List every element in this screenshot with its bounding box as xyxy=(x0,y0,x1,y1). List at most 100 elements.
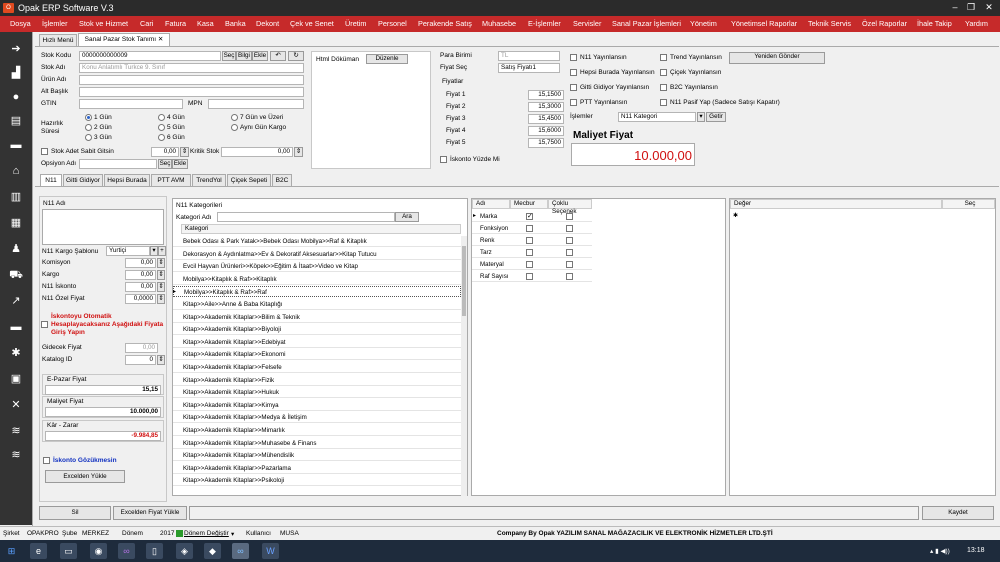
stack-icon[interactable]: ≋ xyxy=(9,448,23,462)
home-icon[interactable]: ⌂ xyxy=(9,164,23,178)
factory-icon[interactable]: ▟ xyxy=(9,66,23,80)
market-tab-3[interactable]: Hepsi Burada xyxy=(104,174,150,186)
category-row[interactable]: Kitap>>Akademik Kitaplar>>Fizik xyxy=(173,375,461,386)
opak-taskbar-icon[interactable]: ∞ xyxy=(232,543,249,559)
login-icon[interactable]: ➔ xyxy=(9,42,23,56)
katalog-input[interactable]: 0 xyxy=(125,355,156,365)
category-row[interactable]: Kitap>>Akademik Kitaplar>>Mühendislik xyxy=(173,450,461,462)
close-icon[interactable]: ✕ xyxy=(982,2,996,13)
stok-adi-input[interactable]: Konu Anlatımlı Turkce 9. Sınıf xyxy=(79,63,304,73)
iskonto-otomatik-checkbox[interactable] xyxy=(41,321,48,328)
islemler-select[interactable]: N11 Kategori xyxy=(618,112,696,122)
layers-icon[interactable]: ≋ xyxy=(9,424,23,438)
islemler-dropdown-icon[interactable]: ▾ xyxy=(697,112,705,122)
attr-mecbur-checkbox-4[interactable] xyxy=(526,249,533,256)
opsiyon-ekle-button[interactable]: Ekle xyxy=(172,159,188,169)
n11-adi-input[interactable] xyxy=(42,209,164,245)
n11-field-input-2[interactable]: 0,00 xyxy=(125,270,156,280)
fiyat-sec-select[interactable]: Satış Fiyatı1 xyxy=(498,63,560,73)
attr-coklu-checkbox-5[interactable] xyxy=(566,261,573,268)
n11-pasif-checkbox[interactable] xyxy=(660,99,667,106)
n11-checkbox[interactable] xyxy=(570,54,577,61)
category-row[interactable]: ▸ Mobilya>>Kitaplık & Raf>>Raf xyxy=(173,286,461,298)
attr-coklu-checkbox-2[interactable] xyxy=(566,225,573,232)
kargo-select[interactable]: Yurtiçi xyxy=(106,246,150,256)
opsiyon-sec-button[interactable]: Seç xyxy=(158,159,172,169)
category-row[interactable]: Kitap>>Akademik Kitaplar>>Medya & İletiş… xyxy=(173,412,461,424)
iskonto-yuzde-checkbox[interactable] xyxy=(440,156,447,163)
n11-field-spin-1[interactable]: ⇕ xyxy=(157,258,165,268)
opsiyon-input[interactable] xyxy=(79,159,157,169)
menu-item-7[interactable]: Banka xyxy=(225,19,246,28)
attr-mecbur-checkbox-3[interactable] xyxy=(526,237,533,244)
radio-7-gun[interactable] xyxy=(231,114,238,121)
price-input-5[interactable]: 15,7500 xyxy=(528,138,564,148)
price-input-1[interactable]: 15,1500 xyxy=(528,90,564,100)
category-scrollbar[interactable] xyxy=(461,236,467,496)
excelden-yukle-button[interactable]: Excelden Yükle xyxy=(45,470,125,483)
menu-item-22[interactable]: Yardım xyxy=(965,19,988,28)
market-tab-7[interactable]: B2C xyxy=(272,174,292,186)
radio-2-gun[interactable] xyxy=(85,124,92,131)
n11-field-input-1[interactable]: 0,00 xyxy=(125,258,156,268)
building-icon[interactable]: ▥ xyxy=(9,190,23,204)
menu-item-10[interactable]: Üretim xyxy=(345,19,367,28)
stok-kodu-input[interactable]: 0000000000009 xyxy=(79,51,221,61)
copy-icon[interactable]: ▣ xyxy=(9,372,23,386)
refresh-icon[interactable]: ↻ xyxy=(288,51,304,61)
menu-item-17[interactable]: Yönetim xyxy=(690,19,717,28)
category-row[interactable]: Kitap>>Aile>>Anne & Baba Kitaplığı xyxy=(173,299,461,310)
radio-3-gun[interactable] xyxy=(85,134,92,141)
n11-field-spin-4[interactable]: ⇕ xyxy=(157,294,165,304)
sil-button[interactable]: Sil xyxy=(39,506,111,520)
category-row[interactable]: Kitap>>Akademik Kitaplar>>Ekonomi xyxy=(173,349,461,361)
dashboard-icon[interactable]: ▬ xyxy=(9,320,23,334)
trend-checkbox[interactable] xyxy=(660,54,667,61)
radio-6-gun[interactable] xyxy=(158,134,165,141)
stok-sec-button[interactable]: Seç xyxy=(222,51,236,61)
attr-mecbur-checkbox-5[interactable] xyxy=(526,261,533,268)
radio-ayni-gun[interactable] xyxy=(231,124,238,131)
category-row[interactable]: Kitap>>Akademik Kitaplar>>Biyoloji xyxy=(173,324,461,336)
money-icon[interactable]: ▬ xyxy=(9,138,23,152)
category-row[interactable]: Bebek Odası & Park Yatak>>Bebek Odası Mo… xyxy=(173,236,461,247)
tab-close-icon[interactable]: ✕ xyxy=(158,36,163,43)
market-tab-1[interactable]: N11 xyxy=(40,174,62,186)
attr-mecbur-checkbox-6[interactable] xyxy=(526,273,533,280)
katalog-spin[interactable]: ⇕ xyxy=(157,355,165,365)
gg-checkbox[interactable] xyxy=(570,84,577,91)
tray-icons[interactable]: ▴ ▮ ◀)) xyxy=(930,547,950,555)
resend-button[interactable]: Yeniden Gönder xyxy=(729,52,825,64)
n11-field-spin-2[interactable]: ⇕ xyxy=(157,270,165,280)
menu-item-18[interactable]: Yönetimsel Raporlar xyxy=(731,19,797,28)
menu-item-11[interactable]: Personel xyxy=(378,19,407,28)
tool-icon[interactable]: ◆ xyxy=(204,543,221,559)
menu-item-2[interactable]: İşlemler xyxy=(42,19,68,28)
stok-bilgi-button[interactable]: Bilgi xyxy=(236,51,252,61)
gtin-input[interactable] xyxy=(79,99,183,109)
menu-item-21[interactable]: İhale Takip xyxy=(917,19,952,28)
market-tab-4[interactable]: PTT AVM xyxy=(151,174,191,186)
stok-adet-spin[interactable]: ⇕ xyxy=(180,147,189,157)
menu-item-8[interactable]: Dekont xyxy=(256,19,279,28)
category-row[interactable]: Kitap>>Akademik Kitaplar>>Pazarlama xyxy=(173,463,461,474)
tab-sanal-pazar[interactable]: Sanal Pazar Stok Tanımı ✕ xyxy=(78,33,170,46)
excel-fiyat-button[interactable]: Excelden Fiyat Yükle xyxy=(113,506,187,520)
menu-item-20[interactable]: Özel Raporlar xyxy=(862,19,907,28)
radio-4-gun[interactable] xyxy=(158,114,165,121)
tab-quick-menu[interactable]: Hızlı Menü xyxy=(39,34,77,46)
stok-adet-input[interactable]: 0,00 xyxy=(151,147,179,157)
mpn-input[interactable] xyxy=(208,99,304,109)
visual-studio-icon[interactable]: ∞ xyxy=(118,543,135,559)
category-row[interactable]: Mobilya>>Kitaplık & Raf>>Kitaplık xyxy=(173,274,461,285)
menu-item-5[interactable]: Fatura xyxy=(165,19,186,28)
market-tab-6[interactable]: Çiçek Sepeti xyxy=(227,174,271,186)
cicek-checkbox[interactable] xyxy=(660,69,667,76)
category-row[interactable]: Kitap>>Akademik Kitaplar>>Psikoloji xyxy=(173,475,461,487)
market-tab-2[interactable]: Gitti Gidiyor xyxy=(63,174,103,186)
attr-coklu-checkbox-4[interactable] xyxy=(566,249,573,256)
attr-coklu-checkbox-1[interactable] xyxy=(566,213,573,220)
gidecek-input[interactable]: 0,00 xyxy=(125,343,158,353)
menu-item-4[interactable]: Cari xyxy=(140,19,153,28)
category-row[interactable]: Kitap>>Akademik Kitaplar>>Felsefe xyxy=(173,362,461,373)
